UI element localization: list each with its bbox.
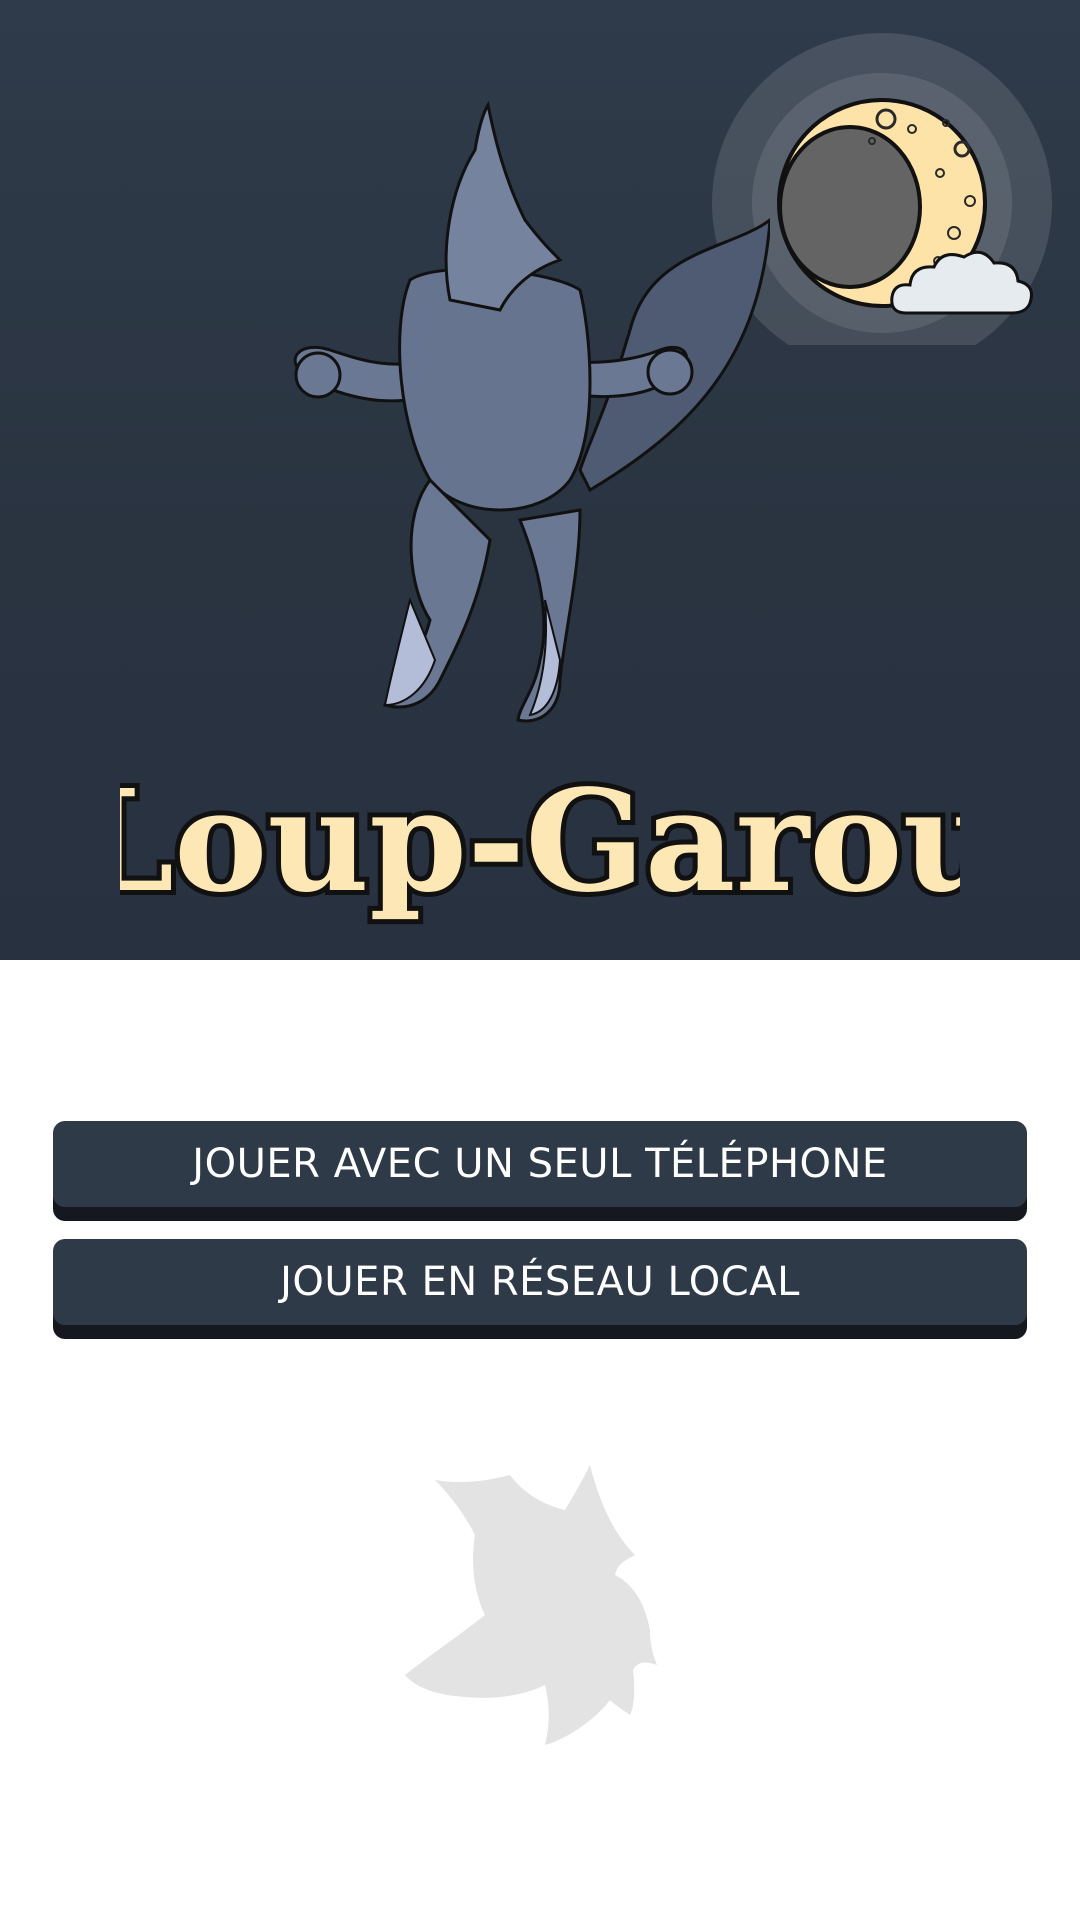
play-single-phone-button[interactable]: JOUER AVEC UN SEUL TÉLÉPHONE xyxy=(53,1121,1027,1207)
play-local-network-button[interactable]: JOUER EN RÉSEAU LOCAL xyxy=(53,1239,1027,1325)
hero-banner: Loup-Garou xyxy=(0,0,1080,960)
howling-wolf-illustration xyxy=(290,100,772,764)
app-title-text: Loup-Garou xyxy=(120,760,960,924)
play-local-network-label: JOUER EN RÉSEAU LOCAL xyxy=(280,1259,800,1305)
app-title: Loup-Garou xyxy=(0,760,1080,930)
wolf-head-icon xyxy=(405,1465,675,1759)
play-single-phone-label: JOUER AVEC UN SEUL TÉLÉPHONE xyxy=(192,1141,888,1187)
